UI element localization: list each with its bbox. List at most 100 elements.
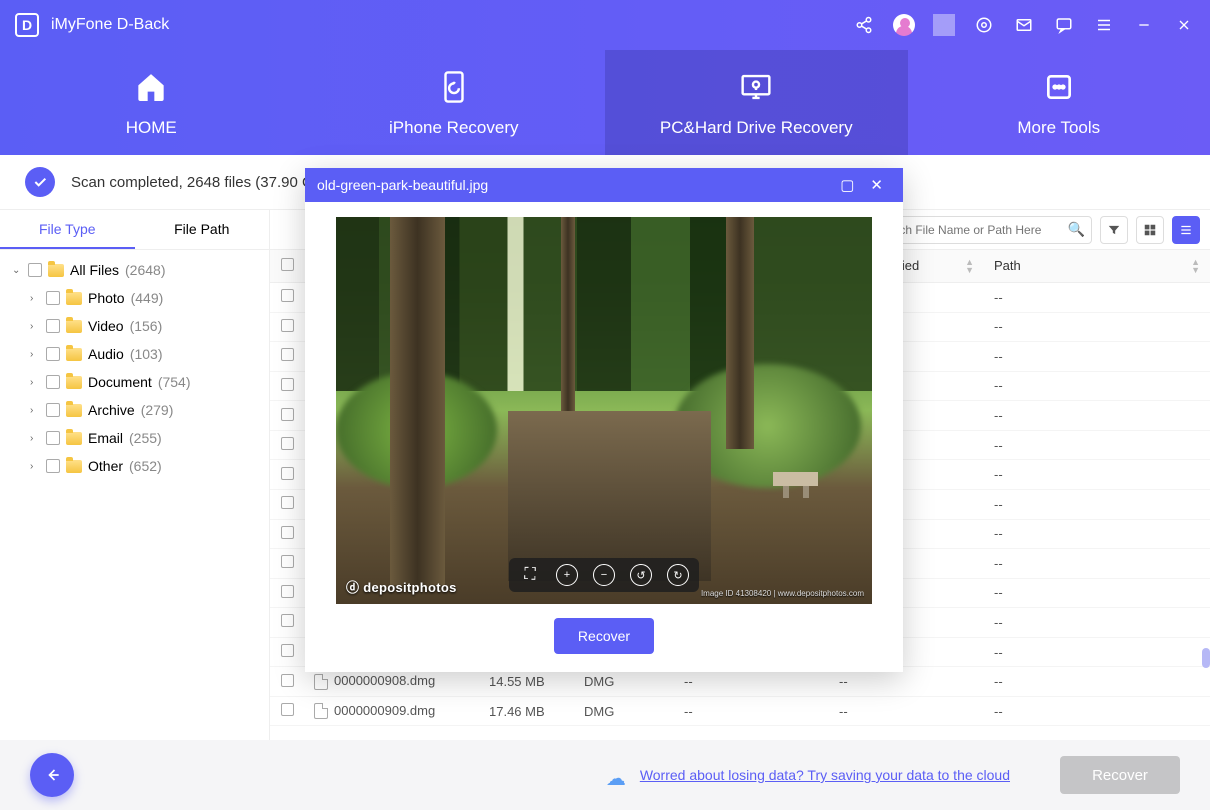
row-checkbox[interactable] <box>281 614 294 627</box>
tree-item-count: (103) <box>130 346 163 362</box>
tree-item-label: Audio <box>88 346 124 362</box>
tab-iphone-label: iPhone Recovery <box>389 118 518 138</box>
tree-item-count: (279) <box>141 402 174 418</box>
mail-icon[interactable] <box>1013 14 1035 36</box>
tree-item[interactable]: ›Video (156) <box>0 312 269 340</box>
row-checkbox[interactable] <box>281 674 294 687</box>
folder-icon <box>66 432 82 445</box>
tab-more[interactable]: More Tools <box>908 50 1210 155</box>
chevron-right-icon[interactable]: › <box>30 293 40 304</box>
checkbox[interactable] <box>46 459 60 473</box>
preview-maximize-icon[interactable]: ▢ <box>832 176 862 194</box>
search-icon[interactable]: 🔍 <box>1068 221 1085 238</box>
chevron-right-icon[interactable]: › <box>30 377 40 388</box>
folder-icon <box>48 264 64 277</box>
minimize-button[interactable] <box>1133 14 1155 36</box>
row-checkbox[interactable] <box>281 437 294 450</box>
tab-iphone[interactable]: iPhone Recovery <box>303 50 606 155</box>
folder-icon <box>66 376 82 389</box>
row-checkbox[interactable] <box>281 644 294 657</box>
checkbox[interactable] <box>46 375 60 389</box>
rotate-left-icon[interactable]: ↺ <box>630 564 652 586</box>
row-checkbox[interactable] <box>281 378 294 391</box>
preview-recover-button[interactable]: Recover <box>554 618 654 654</box>
file-tree: ⌄ All Files (2648) ›Photo (449)›Video (1… <box>0 250 269 486</box>
cell-path: -- <box>984 312 1210 342</box>
account-icon[interactable] <box>893 14 915 36</box>
row-checkbox[interactable] <box>281 319 294 332</box>
chevron-right-icon[interactable]: › <box>30 321 40 332</box>
checkbox[interactable] <box>46 319 60 333</box>
back-button[interactable] <box>30 753 74 797</box>
cell-path: -- <box>984 578 1210 608</box>
search-input[interactable] <box>874 223 1068 237</box>
tree-item[interactable]: ›Other (652) <box>0 452 269 480</box>
share-icon[interactable] <box>853 14 875 36</box>
row-checkbox[interactable] <box>281 408 294 421</box>
row-checkbox[interactable] <box>281 496 294 509</box>
cell-type: DMG <box>574 696 674 726</box>
sidetab-filepath[interactable]: File Path <box>135 210 270 249</box>
preview-controls: ⛶ + − ↺ ↻ <box>509 558 699 592</box>
cloud-link[interactable]: Worred about losing data? Try saving you… <box>640 767 1010 783</box>
feedback-icon[interactable] <box>1053 14 1075 36</box>
tab-home[interactable]: HOME <box>0 50 303 155</box>
select-all-checkbox[interactable] <box>281 258 294 271</box>
checkbox[interactable] <box>46 403 60 417</box>
chevron-right-icon[interactable]: › <box>30 461 40 472</box>
chevron-right-icon[interactable]: › <box>30 433 40 444</box>
menu-icon[interactable] <box>1093 14 1115 36</box>
chevron-right-icon[interactable]: › <box>30 349 40 360</box>
row-checkbox[interactable] <box>281 585 294 598</box>
tab-pc[interactable]: PC&Hard Drive Recovery <box>605 50 908 155</box>
col-path[interactable]: Path▲▼ <box>984 250 1210 283</box>
sidetab-filetype[interactable]: File Type <box>0 210 135 249</box>
checkbox[interactable] <box>28 263 42 277</box>
tree-item[interactable]: ›Archive (279) <box>0 396 269 424</box>
cell-path: -- <box>984 667 1210 697</box>
filter-button[interactable] <box>1100 216 1128 244</box>
checkbox[interactable] <box>46 431 60 445</box>
checkbox[interactable] <box>46 291 60 305</box>
checkbox[interactable] <box>46 347 60 361</box>
fullscreen-icon[interactable]: ⛶ <box>519 564 541 586</box>
close-button[interactable] <box>1173 14 1195 36</box>
list-view-button[interactable] <box>1172 216 1200 244</box>
tree-item[interactable]: ›Photo (449) <box>0 284 269 312</box>
row-checkbox[interactable] <box>281 348 294 361</box>
row-checkbox[interactable] <box>281 703 294 716</box>
tree-item-count: (255) <box>129 430 162 446</box>
row-checkbox[interactable] <box>281 467 294 480</box>
grid-view-button[interactable] <box>1136 216 1164 244</box>
cell-path: -- <box>984 489 1210 519</box>
cell-size: 17.46 MB <box>479 696 574 726</box>
row-checkbox[interactable] <box>281 555 294 568</box>
scrollbar-thumb[interactable] <box>1202 648 1210 668</box>
tree-item-label: Video <box>88 318 124 334</box>
cell-path: -- <box>984 401 1210 431</box>
recover-button[interactable]: Recover <box>1060 756 1180 794</box>
cell-path: -- <box>984 283 1210 313</box>
cell-name: 0000000909.dmg <box>304 696 479 726</box>
cell-date: -- <box>674 696 829 726</box>
tree-item-count: (652) <box>129 458 162 474</box>
chevron-down-icon[interactable]: ⌄ <box>12 265 22 276</box>
tree-item[interactable]: ›Document (754) <box>0 368 269 396</box>
row-checkbox[interactable] <box>281 526 294 539</box>
tree-root[interactable]: ⌄ All Files (2648) <box>0 256 269 284</box>
rotate-right-icon[interactable]: ↻ <box>667 564 689 586</box>
preview-close-icon[interactable]: ✕ <box>862 176 891 194</box>
tree-item[interactable]: ›Email (255) <box>0 424 269 452</box>
tree-item[interactable]: › Audio (103) <box>0 340 269 368</box>
zoom-out-icon[interactable]: − <box>593 564 615 586</box>
cell-path: -- <box>984 696 1210 726</box>
gear-icon[interactable] <box>973 14 995 36</box>
folder-icon <box>66 348 82 361</box>
chevron-right-icon[interactable]: › <box>30 405 40 416</box>
tab-more-label: More Tools <box>1017 118 1100 138</box>
cell-path: -- <box>984 608 1210 638</box>
zoom-in-icon[interactable]: + <box>556 564 578 586</box>
file-icon <box>314 674 328 690</box>
table-row[interactable]: 0000000909.dmg17.46 MBDMG------ <box>270 696 1210 726</box>
row-checkbox[interactable] <box>281 289 294 302</box>
